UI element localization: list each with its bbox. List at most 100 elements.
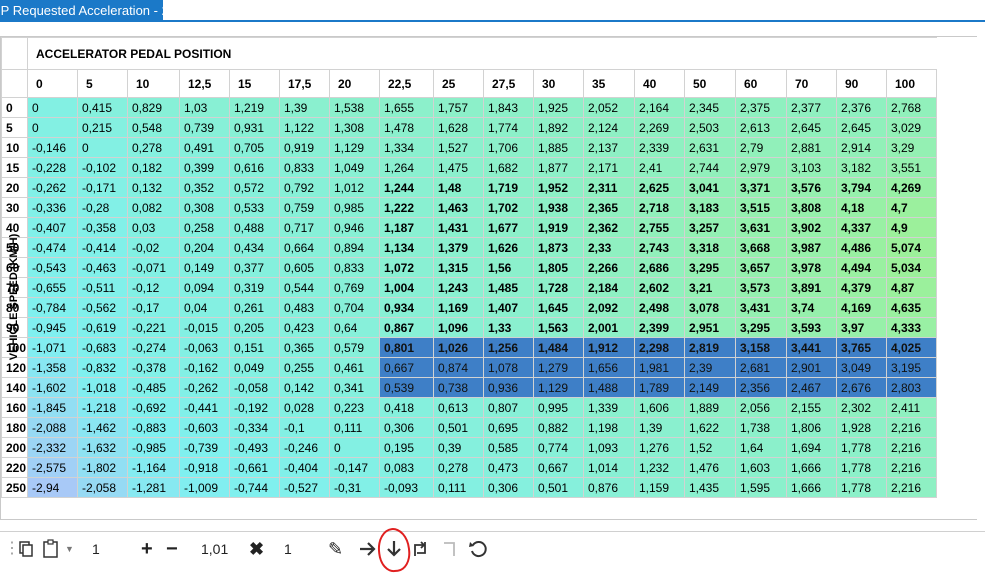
table-cell[interactable]: 1,666	[786, 477, 837, 498]
table-cell[interactable]: -2,088	[27, 417, 78, 438]
table-cell[interactable]: 3,371	[735, 177, 787, 198]
table-cell[interactable]: 1,478	[379, 117, 434, 138]
table-cell[interactable]: -0,655	[27, 277, 78, 298]
step-value[interactable]: 1	[92, 532, 100, 566]
table-cell[interactable]: 2,645	[836, 117, 887, 138]
table-cell[interactable]: 3,74	[786, 297, 837, 318]
table-cell[interactable]: -0,441	[179, 397, 230, 418]
table-cell[interactable]: 1,012	[329, 177, 380, 198]
table-cell[interactable]: 2,362	[583, 217, 635, 238]
table-cell[interactable]: 1,645	[533, 297, 584, 318]
table-cell[interactable]: 0,082	[127, 197, 180, 218]
table-cell[interactable]: 1,03	[179, 97, 230, 118]
table-cell[interactable]: -0,832	[77, 357, 128, 378]
table-cell[interactable]: 1,912	[583, 337, 635, 358]
table-cell[interactable]: -0,603	[179, 417, 230, 438]
table-cell[interactable]: 1,315	[433, 257, 484, 278]
table-cell[interactable]: 2,41	[634, 157, 685, 178]
table-cell[interactable]: 3,029	[885, 117, 938, 138]
table-cell[interactable]: 3,902	[786, 217, 837, 238]
table-cell[interactable]: 2,951	[684, 317, 736, 338]
table-cell[interactable]: -0,378	[127, 357, 180, 378]
table-cell[interactable]: 1,484	[533, 337, 584, 358]
table-cell[interactable]: 0,149	[179, 257, 230, 278]
table-cell[interactable]: -1,462	[77, 417, 128, 438]
table-cell[interactable]: 0,352	[179, 177, 230, 198]
table-cell[interactable]: 0,946	[329, 217, 380, 238]
table-cell[interactable]: 0,195	[379, 437, 434, 458]
table-cell[interactable]: -1,218	[77, 397, 128, 418]
table-cell[interactable]: 1,096	[433, 317, 484, 338]
table-cell[interactable]: 2,645	[786, 117, 837, 138]
table-cell[interactable]: -0,063	[179, 337, 230, 358]
table-cell[interactable]: 2,744	[684, 157, 736, 178]
table-cell[interactable]: 0,223	[329, 397, 380, 418]
table-cell[interactable]: -0,1	[279, 417, 330, 438]
multiply-value[interactable]: 1,01	[201, 532, 228, 566]
table-cell[interactable]: 0,434	[229, 237, 280, 258]
table-cell[interactable]: 1,159	[634, 477, 685, 498]
table-cell[interactable]: 3,978	[786, 257, 837, 278]
table-cell[interactable]: 0,258	[179, 217, 230, 238]
table-cell[interactable]: 2,377	[786, 97, 837, 118]
table-cell[interactable]: 1,774	[483, 117, 534, 138]
table-cell[interactable]: 2,411	[885, 397, 938, 418]
table-cell[interactable]: -0,192	[229, 397, 280, 418]
table-cell[interactable]: 0,308	[179, 197, 230, 218]
column-header[interactable]: 20	[329, 69, 380, 98]
table-cell[interactable]: 4,486	[836, 237, 887, 258]
table-cell[interactable]: 0,769	[329, 277, 380, 298]
table-cell[interactable]: 1,938	[533, 197, 584, 218]
table-cell[interactable]: 1,719	[483, 177, 534, 198]
table-cell[interactable]: -1,281	[127, 477, 180, 498]
table-cell[interactable]: -0,246	[279, 437, 330, 458]
table-cell[interactable]: 1,928	[836, 417, 887, 438]
table-cell[interactable]: 2,755	[634, 217, 685, 238]
table-cell[interactable]: 0,616	[229, 157, 280, 178]
table-cell[interactable]: 3,049	[836, 357, 887, 378]
table-cell[interactable]: 3,078	[684, 297, 736, 318]
table-cell[interactable]: 1,463	[433, 197, 484, 218]
table-cell[interactable]: 0,738	[433, 377, 484, 398]
table-cell[interactable]: -0,661	[229, 457, 280, 478]
swap-icon[interactable]	[410, 539, 430, 559]
table-cell[interactable]: 0	[329, 437, 380, 458]
table-cell[interactable]: 0,585	[483, 437, 534, 458]
table-cell[interactable]: 1,64	[735, 437, 787, 458]
table-cell[interactable]: 1,308	[329, 117, 380, 138]
table-cell[interactable]: 3,657	[735, 257, 787, 278]
column-header[interactable]: 10	[127, 69, 180, 98]
table-cell[interactable]: 4,333	[885, 317, 938, 338]
table-cell[interactable]: 4,9	[885, 217, 938, 238]
table-cell[interactable]: -0,683	[77, 337, 128, 358]
undo-icon[interactable]	[468, 539, 488, 559]
table-cell[interactable]: 0,501	[533, 477, 584, 498]
table-cell[interactable]: 3,041	[684, 177, 736, 198]
table-cell[interactable]: -0,171	[77, 177, 128, 198]
table-cell[interactable]: -0,336	[27, 197, 78, 218]
table-cell[interactable]: 0,539	[379, 377, 434, 398]
table-cell[interactable]: 0,501	[433, 417, 484, 438]
table-cell[interactable]: 0,664	[279, 237, 330, 258]
table-cell[interactable]: 2,803	[885, 377, 938, 398]
table-cell[interactable]: -0,474	[27, 237, 78, 258]
table-cell[interactable]: 1,219	[229, 97, 280, 118]
table-cell[interactable]: 1,677	[483, 217, 534, 238]
table-cell[interactable]: -0,31	[329, 477, 380, 498]
table-cell[interactable]: 2,503	[684, 117, 736, 138]
table-cell[interactable]: -0,619	[77, 317, 128, 338]
table-cell[interactable]: 1,48	[433, 177, 484, 198]
table-cell[interactable]: 4,025	[885, 337, 938, 358]
table-cell[interactable]: -0,527	[279, 477, 330, 498]
table-cell[interactable]: 1,072	[379, 257, 434, 278]
table-cell[interactable]: 0,833	[279, 157, 330, 178]
table-cell[interactable]: 2,164	[634, 97, 685, 118]
table-cell[interactable]: 1,595	[735, 477, 787, 498]
table-cell[interactable]: 2,216	[885, 437, 938, 458]
column-header[interactable]: 5	[77, 69, 128, 98]
table-cell[interactable]: 0,473	[483, 457, 534, 478]
table-cell[interactable]: 0,704	[329, 297, 380, 318]
table-cell[interactable]: -1,009	[179, 477, 230, 498]
table-cell[interactable]: 1,563	[533, 317, 584, 338]
table-cell[interactable]: -1,018	[77, 377, 128, 398]
